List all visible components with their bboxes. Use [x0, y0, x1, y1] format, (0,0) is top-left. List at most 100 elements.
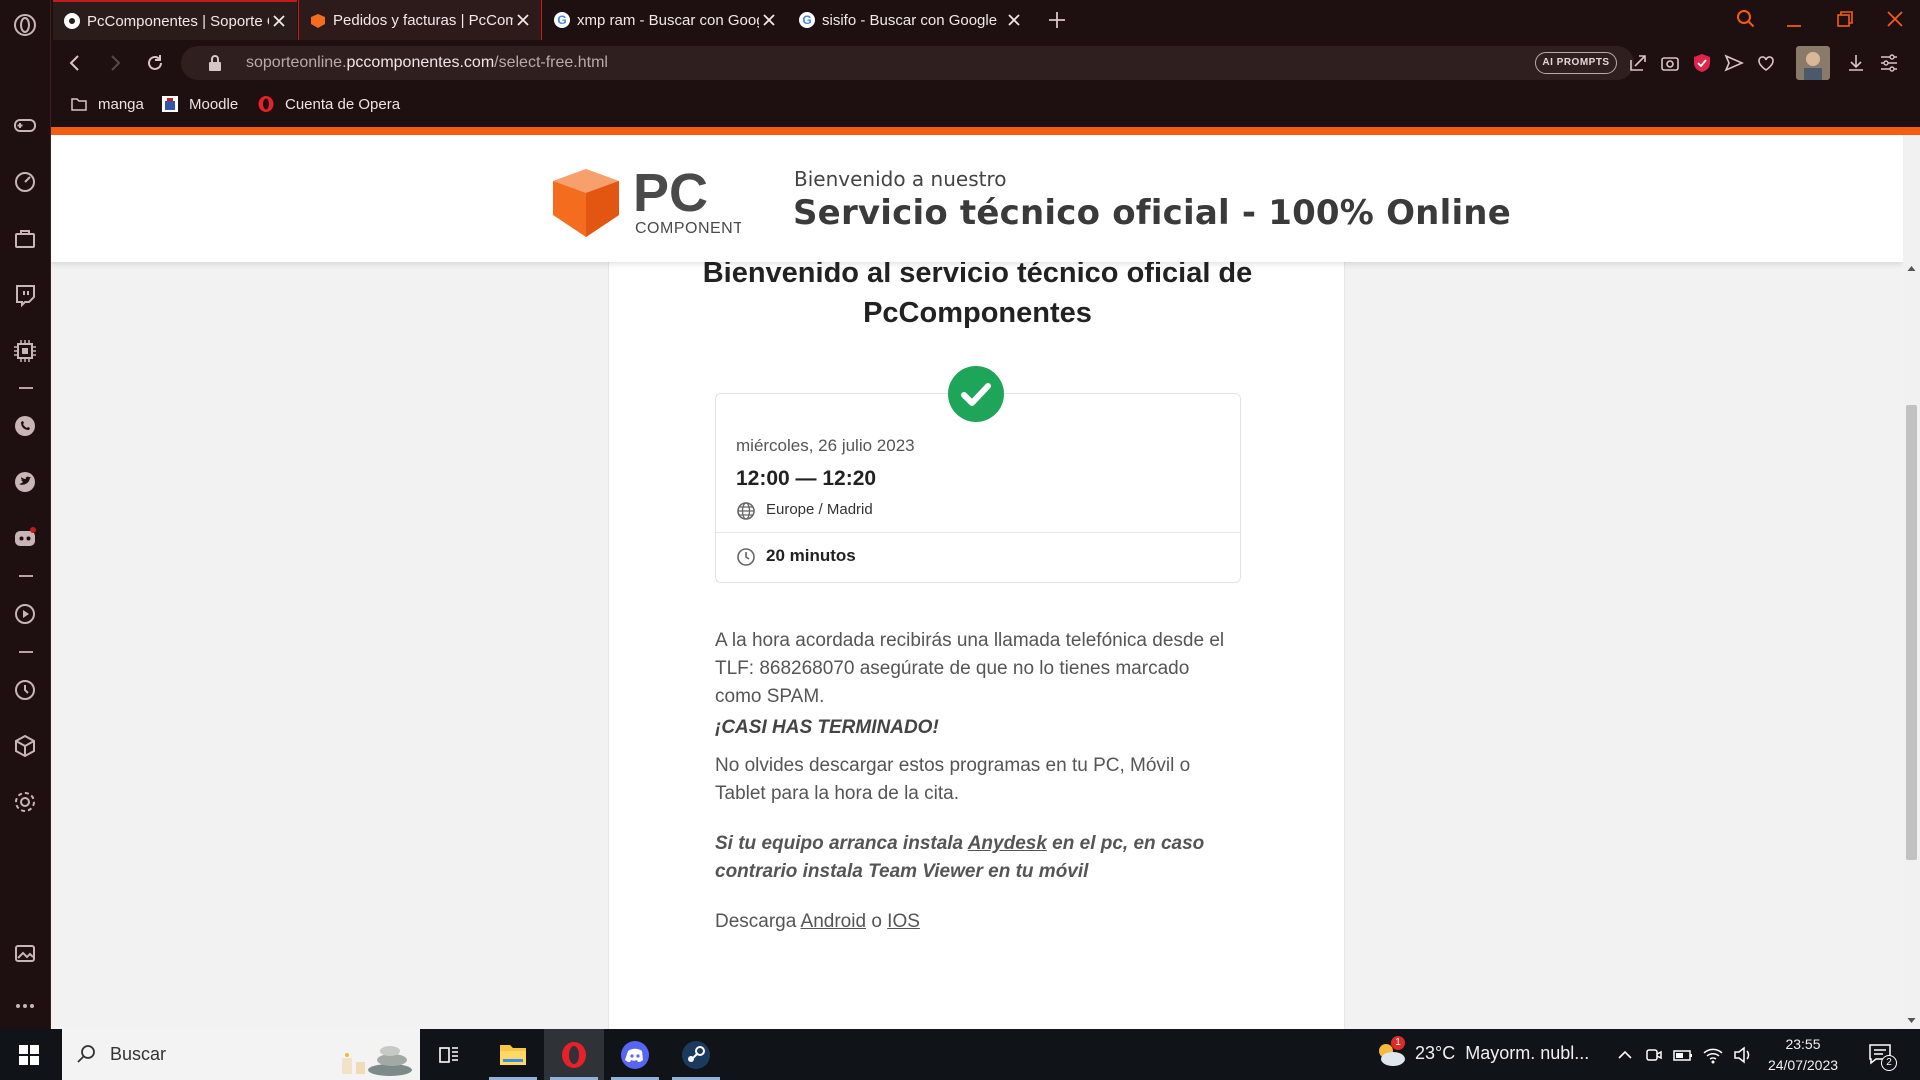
opera-sidebar: [0, 0, 51, 1029]
bookmark-moodle[interactable]: Moodle: [161, 85, 238, 123]
navigation-toolbar: soporteonline.pccomponentes.com/select-f…: [51, 40, 1920, 85]
logo-text: PC: [633, 163, 708, 223]
anydesk-link[interactable]: Anydesk: [968, 833, 1047, 854]
almost-done-text: ¡CASI HAS TERMINADO!: [715, 717, 939, 738]
avatar[interactable]: [1796, 46, 1830, 80]
bookmark-label: Moodle: [189, 95, 239, 113]
whatsapp-icon[interactable]: [12, 413, 38, 439]
search-placeholder: Buscar: [110, 1044, 167, 1064]
minimize-icon[interactable]: [1783, 8, 1805, 30]
new-tab-icon[interactable]: [1046, 9, 1068, 31]
download-text-a: Descarga: [715, 911, 801, 932]
download-text-mid: o: [866, 911, 888, 932]
clock-time: 23:55: [1785, 1036, 1821, 1052]
logo-subtext: COMPONENTES: [635, 220, 741, 237]
weather-description: Mayorm. nubl...: [1465, 1043, 1590, 1063]
forward-icon[interactable]: [104, 52, 126, 74]
discord-app[interactable]: [605, 1029, 665, 1080]
shield-icon[interactable]: [1691, 52, 1713, 74]
bookmark-cuenta-opera[interactable]: Cuenta de Opera: [257, 85, 400, 123]
download-icon[interactable]: [1845, 52, 1867, 74]
header-welcome-title: Servicio técnico oficial - 100% Online: [793, 193, 1511, 233]
steam-icon: [682, 1041, 710, 1069]
player-icon[interactable]: [12, 601, 38, 627]
share-icon[interactable]: [1627, 52, 1649, 74]
site-header: PC COMPONENTES Bienvenido a nuestro Serv…: [51, 135, 1903, 262]
appointment-timezone: Europe / Madrid: [766, 501, 873, 518]
globe-icon: [737, 502, 755, 520]
url-text[interactable]: soporteonline.pccomponentes.com/select-f…: [246, 40, 608, 85]
tab-xmp-ram[interactable]: G xmp ram - Buscar con Google: [543, 0, 787, 40]
more-icon[interactable]: [12, 993, 38, 1019]
opera-app[interactable]: [544, 1029, 604, 1080]
task-view-icon[interactable]: [437, 1043, 461, 1067]
card-divider: [716, 532, 1240, 533]
back-icon[interactable]: [64, 52, 86, 74]
url-domain: pccomponentes.com: [346, 54, 495, 71]
bookmark-manga[interactable]: manga: [70, 85, 144, 123]
chevron-up-icon[interactable]: [1616, 1046, 1634, 1064]
android-link[interactable]: Android: [801, 911, 867, 932]
clock-icon: [737, 548, 755, 566]
close-tab-icon[interactable]: [513, 10, 533, 30]
gamepad-icon[interactable]: [12, 112, 38, 138]
meet-now-icon[interactable]: [1644, 1045, 1664, 1065]
download-reminder-text: No olvides descargar estos programas en …: [715, 755, 1191, 804]
tab-sisifo[interactable]: G sisifo - Buscar con Google: [788, 0, 1032, 40]
close-tab-icon[interactable]: [759, 10, 779, 30]
weather-alert-badge: 1: [1391, 1036, 1405, 1050]
page-scrollbar[interactable]: [1903, 135, 1920, 1029]
page-title: Bienvenido al servicio técnico oficial d…: [702, 257, 1253, 329]
ai-prompts-button[interactable]: AI PROMPTS: [1535, 52, 1617, 74]
search-highlight-stones-icon: [342, 1046, 412, 1076]
tab-pccomponentes-soporte[interactable]: PcComponentes | Soporte Online: [53, 0, 297, 40]
windows-taskbar: Buscar 1 23°C Mayorm. nubl... 23:55 24/0…: [0, 1029, 1920, 1080]
twitch-icon[interactable]: [12, 282, 38, 308]
moodle-icon: [162, 96, 178, 112]
install-text-a: Si tu equipo arranca instala: [715, 833, 968, 854]
reload-icon[interactable]: [144, 52, 166, 74]
windows-start-icon[interactable]: [18, 1044, 40, 1066]
battery-icon[interactable]: [1672, 1045, 1694, 1065]
restore-icon[interactable]: [1834, 8, 1856, 30]
close-tab-icon[interactable]: [269, 11, 289, 31]
tab-title: sisifo - Buscar con Google: [822, 11, 998, 29]
bookmark-label: Cuenta de Opera: [285, 95, 401, 113]
bag-icon[interactable]: [12, 225, 38, 251]
install-instructions-text: Si tu equipo arranca instala Anydesk en …: [715, 830, 1235, 886]
cpu-icon[interactable]: [12, 338, 38, 364]
weather-temperature[interactable]: 23°C Mayorm. nubl...: [1415, 1043, 1589, 1064]
lock-icon[interactable]: [204, 52, 226, 74]
history-icon[interactable]: [12, 677, 38, 703]
system-clock[interactable]: 23:55 24/07/2023: [1764, 1034, 1842, 1076]
steam-app[interactable]: [666, 1029, 726, 1080]
scrollbar-thumb[interactable]: [1906, 405, 1917, 860]
twitter-icon[interactable]: [12, 469, 38, 495]
tab-pedidos-facturas[interactable]: Pedidos y facturas | PcComponentes: [298, 0, 542, 40]
speed-dial-icon[interactable]: [12, 168, 38, 194]
discord-icon[interactable]: [12, 525, 38, 551]
search-tabs-icon[interactable]: [1735, 8, 1757, 30]
scroll-up-arrow-icon[interactable]: [1907, 265, 1916, 272]
close-tab-icon[interactable]: [1004, 10, 1024, 30]
cube-icon[interactable]: [12, 733, 38, 759]
volume-icon[interactable]: [1732, 1045, 1754, 1065]
tab-title: xmp ram - Buscar con Google: [577, 11, 759, 29]
scroll-down-arrow-icon[interactable]: [1907, 1017, 1916, 1024]
close-window-icon[interactable]: [1884, 8, 1906, 30]
ios-link[interactable]: IOS: [887, 911, 920, 932]
camera-icon[interactable]: [1659, 52, 1681, 74]
send-icon[interactable]: [1723, 52, 1745, 74]
taskbar-search-box[interactable]: Buscar: [62, 1029, 420, 1080]
easy-setup-icon[interactable]: [1878, 52, 1900, 74]
file-explorer-app[interactable]: [483, 1029, 543, 1080]
wifi-icon[interactable]: [1702, 1045, 1724, 1065]
opera-logo-icon[interactable]: [12, 12, 38, 38]
pccomponentes-logo[interactable]: PC COMPONENTES: [551, 159, 741, 239]
settings-icon[interactable]: [12, 789, 38, 815]
success-check-icon: [948, 366, 1004, 422]
appointment-duration: 20 minutos: [766, 546, 856, 565]
heart-icon[interactable]: [1755, 52, 1777, 74]
gallery-icon[interactable]: [12, 940, 38, 966]
bookmarks-bar: manga Moodle Cuenta de Opera: [51, 85, 1920, 127]
